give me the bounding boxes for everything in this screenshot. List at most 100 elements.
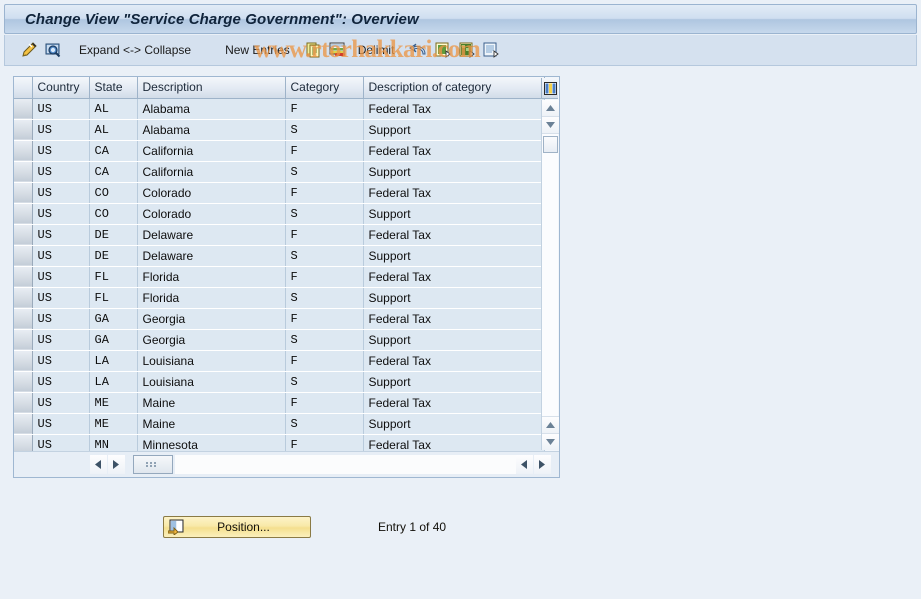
scroll-left-button[interactable]	[90, 455, 107, 474]
description-of-category-cell[interactable]: Support	[363, 329, 545, 351]
select-block-button[interactable]	[456, 39, 480, 61]
description-of-category-cell[interactable]: Support	[363, 161, 545, 183]
row-select-cell[interactable]	[14, 350, 33, 372]
table-row[interactable]: US CA California F Federal Tax	[14, 140, 545, 162]
table-row[interactable]: US DE Delaware S Support	[14, 245, 545, 267]
horizontal-scrollbar[interactable]	[14, 451, 559, 477]
scroll-page-down-button[interactable]	[542, 433, 559, 450]
row-select-cell[interactable]	[14, 161, 33, 183]
description-of-category-cell[interactable]: Support	[363, 371, 545, 393]
country-cell[interactable]: US	[32, 350, 90, 372]
select-all-button[interactable]	[432, 39, 456, 61]
description-of-category-cell[interactable]: Federal Tax	[363, 350, 545, 372]
table-settings-button[interactable]	[541, 78, 558, 99]
table-row[interactable]: US CO Colorado S Support	[14, 203, 545, 225]
state-cell[interactable]: AL	[89, 98, 138, 120]
scroll-page-up-button[interactable]	[542, 416, 559, 433]
country-cell[interactable]: US	[32, 308, 90, 330]
country-cell[interactable]: US	[32, 98, 90, 120]
state-cell[interactable]: CO	[89, 182, 138, 204]
state-cell[interactable]: GA	[89, 308, 138, 330]
row-select-cell[interactable]	[14, 140, 33, 162]
vertical-scrollbar-thumb[interactable]	[542, 136, 558, 153]
country-cell[interactable]: US	[32, 266, 90, 288]
state-cell[interactable]: LA	[89, 350, 138, 372]
description-of-category-cell[interactable]: Support	[363, 119, 545, 141]
table-row[interactable]: US CO Colorado F Federal Tax	[14, 182, 545, 204]
row-select-cell[interactable]	[14, 119, 33, 141]
description-cell[interactable]: Alabama	[137, 98, 286, 120]
column-header-state[interactable]: State	[89, 77, 138, 99]
description-cell[interactable]: Georgia	[137, 308, 286, 330]
table-row[interactable]: US ME Maine S Support	[14, 413, 545, 435]
description-cell[interactable]: Colorado	[137, 203, 286, 225]
column-header-country[interactable]: Country	[32, 77, 90, 99]
description-cell[interactable]: Maine	[137, 413, 286, 435]
row-select-cell[interactable]	[14, 392, 33, 414]
position-button[interactable]: Position...	[163, 516, 311, 538]
category-cell[interactable]: S	[285, 413, 364, 435]
country-cell[interactable]: US	[32, 329, 90, 351]
row-select-cell[interactable]	[14, 287, 33, 309]
description-cell[interactable]: Alabama	[137, 119, 286, 141]
state-cell[interactable]: GA	[89, 329, 138, 351]
state-cell[interactable]: DE	[89, 224, 138, 246]
table-row[interactable]: US CA California S Support	[14, 161, 545, 183]
row-select-cell[interactable]	[14, 203, 33, 225]
description-of-category-cell[interactable]: Federal Tax	[363, 308, 545, 330]
delimit-button[interactable]: Delimit	[350, 39, 407, 61]
state-cell[interactable]: ME	[89, 392, 138, 414]
horizontal-scrollbar-track[interactable]	[175, 455, 516, 474]
description-cell[interactable]: Delaware	[137, 245, 286, 267]
state-cell[interactable]: FL	[89, 266, 138, 288]
description-cell[interactable]: Delaware	[137, 224, 286, 246]
scroll-down-button[interactable]	[542, 117, 559, 134]
description-of-category-cell[interactable]: Federal Tax	[363, 224, 545, 246]
expand-collapse-button[interactable]: Expand <-> Collapse	[71, 39, 203, 61]
description-of-category-cell[interactable]: Support	[363, 245, 545, 267]
state-cell[interactable]: DE	[89, 245, 138, 267]
row-select-cell[interactable]	[14, 182, 33, 204]
state-cell[interactable]: CO	[89, 203, 138, 225]
state-cell[interactable]: ME	[89, 413, 138, 435]
row-select-cell[interactable]	[14, 98, 33, 120]
row-select-cell[interactable]	[14, 266, 33, 288]
category-cell[interactable]: S	[285, 203, 364, 225]
description-cell[interactable]: Louisiana	[137, 371, 286, 393]
undo-button[interactable]	[406, 39, 432, 61]
category-cell[interactable]: S	[285, 287, 364, 309]
country-cell[interactable]: US	[32, 224, 90, 246]
category-cell[interactable]: S	[285, 119, 364, 141]
table-row[interactable]: US GA Georgia S Support	[14, 329, 545, 351]
category-cell[interactable]: F	[285, 182, 364, 204]
scroll-right-button[interactable]	[108, 455, 125, 474]
state-cell[interactable]: FL	[89, 287, 138, 309]
description-cell[interactable]: California	[137, 140, 286, 162]
table-row[interactable]: US GA Georgia F Federal Tax	[14, 308, 545, 330]
row-select-cell[interactable]	[14, 224, 33, 246]
table-row[interactable]: US FL Florida F Federal Tax	[14, 266, 545, 288]
description-cell[interactable]: Maine	[137, 392, 286, 414]
row-select-cell[interactable]	[14, 371, 33, 393]
table-row[interactable]: US ME Maine F Federal Tax	[14, 392, 545, 414]
description-of-category-cell[interactable]: Federal Tax	[363, 392, 545, 414]
category-cell[interactable]: S	[285, 329, 364, 351]
country-cell[interactable]: US	[32, 140, 90, 162]
category-cell[interactable]: S	[285, 245, 364, 267]
country-cell[interactable]: US	[32, 245, 90, 267]
vertical-scrollbar[interactable]	[541, 100, 559, 450]
description-of-category-cell[interactable]: Support	[363, 287, 545, 309]
description-of-category-cell[interactable]: Support	[363, 413, 545, 435]
country-cell[interactable]: US	[32, 119, 90, 141]
description-cell[interactable]: Louisiana	[137, 350, 286, 372]
state-cell[interactable]: LA	[89, 371, 138, 393]
change-display-button[interactable]	[17, 39, 41, 61]
country-cell[interactable]: US	[32, 182, 90, 204]
horizontal-scrollbar-thumb[interactable]	[133, 455, 173, 474]
description-of-category-cell[interactable]: Federal Tax	[363, 98, 545, 120]
table-row[interactable]: US FL Florida S Support	[14, 287, 545, 309]
row-select-cell[interactable]	[14, 308, 33, 330]
deselect-all-button[interactable]	[480, 39, 504, 61]
description-of-category-cell[interactable]: Federal Tax	[363, 266, 545, 288]
copy-as-button[interactable]	[302, 39, 326, 61]
